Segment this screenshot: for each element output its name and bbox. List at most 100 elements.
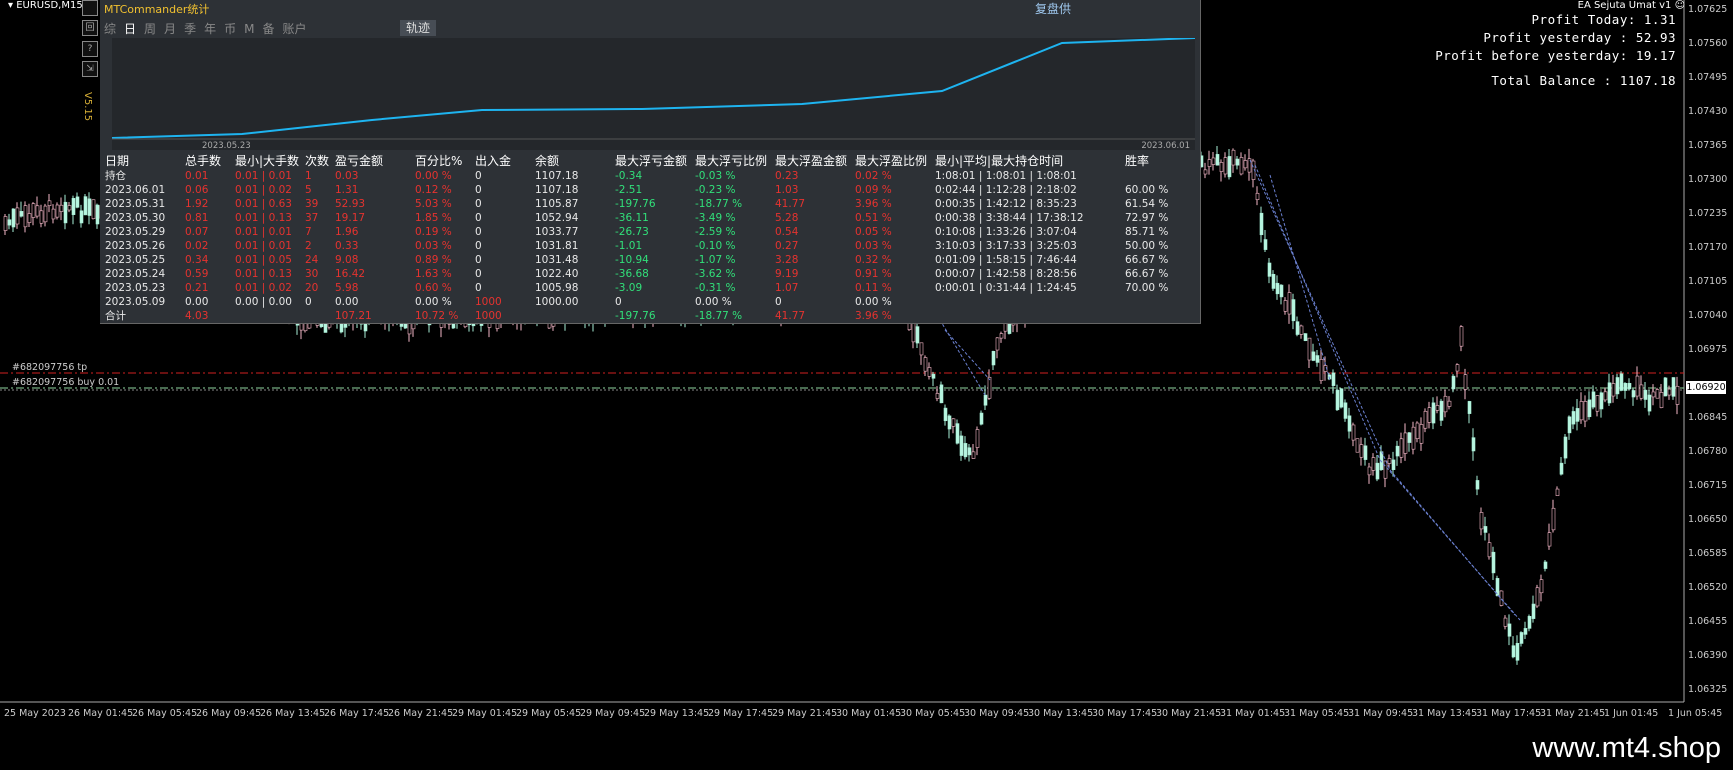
total-cell: 3.96 % xyxy=(855,310,892,322)
table-cell: 1000.00 xyxy=(535,296,579,308)
candle-body xyxy=(1567,416,1572,434)
table-cell: 0 xyxy=(475,240,482,252)
price-tick-label: 1.06780 xyxy=(1688,446,1728,457)
price-tick-label: 1.07365 xyxy=(1688,140,1728,151)
candle-body xyxy=(1531,603,1536,619)
tab-3[interactable]: 月 xyxy=(164,22,176,36)
candle-body xyxy=(923,357,928,372)
candle-body xyxy=(67,205,72,211)
symbol-text: EURUSD,M15 xyxy=(16,0,83,11)
table-cell: -3.62 % xyxy=(695,268,736,280)
symbol-label: ▾ EURUSD,M15 xyxy=(8,0,83,11)
tab-0[interactable]: 综 xyxy=(104,22,116,36)
candle-body xyxy=(27,213,32,223)
tab-2[interactable]: 周 xyxy=(144,22,156,36)
table-cell: 0.01 | 0.63 xyxy=(235,198,292,210)
candle-body xyxy=(1219,162,1224,172)
tab-5[interactable]: 年 xyxy=(204,22,216,36)
screenshot-button[interactable]: 回 xyxy=(82,20,98,36)
time-tick-label: 31 May 21:45 xyxy=(1540,708,1606,719)
panel-menu-button[interactable] xyxy=(82,0,98,16)
price-tick-label: 1.07105 xyxy=(1688,276,1728,287)
tab-7[interactable]: M xyxy=(244,22,254,36)
candle-body xyxy=(1407,432,1412,443)
candle-body xyxy=(55,204,60,218)
candle-body xyxy=(1235,158,1240,166)
time-tick-label: 29 May 09:45 xyxy=(580,708,646,719)
candle-body xyxy=(1615,377,1620,395)
review-button[interactable]: 复盘供 xyxy=(1035,0,1071,17)
table-cell: -0.23 % xyxy=(695,184,736,196)
candle-body xyxy=(1527,616,1532,629)
expand-button[interactable]: ⇲ xyxy=(82,61,98,77)
table-cell: 1.31 xyxy=(335,184,359,196)
price-tick-label: 1.06845 xyxy=(1688,412,1728,423)
smiley-icon: ☺ xyxy=(1674,0,1685,11)
candle-body xyxy=(1387,458,1392,464)
candle-body xyxy=(1259,212,1264,236)
candle-body xyxy=(1227,156,1232,178)
tab-1[interactable]: 日 xyxy=(124,22,136,36)
order-buy-label: #682097756 buy 0.01 xyxy=(12,377,120,388)
candle-body xyxy=(1343,402,1348,419)
table-cell xyxy=(1125,169,1185,183)
table-cell: 0.81 xyxy=(185,212,209,224)
table-cell: 1031.48 xyxy=(535,254,579,266)
candle-body xyxy=(1491,551,1496,574)
help-button[interactable]: ? xyxy=(82,41,98,57)
column-header: 最大浮亏比例 xyxy=(695,154,768,168)
candle-body xyxy=(1211,157,1216,165)
column-header: 次数 xyxy=(305,154,330,168)
candle-body xyxy=(911,320,916,343)
total-cell: 1000 xyxy=(475,310,502,322)
table-cell: 1.63 % xyxy=(415,268,452,280)
table-cell: 1052.94 xyxy=(535,212,579,224)
tab-9[interactable]: 账户 xyxy=(282,22,306,36)
candle-body xyxy=(1339,388,1344,408)
tab-6[interactable]: 币 xyxy=(224,22,236,36)
candle-body xyxy=(927,367,932,377)
candle-body xyxy=(995,337,1000,351)
candle-body xyxy=(39,210,44,224)
candle-body xyxy=(1635,375,1640,397)
candle-body xyxy=(1619,373,1624,391)
table-cell: 1 xyxy=(305,170,312,182)
price-tick-label: 1.06585 xyxy=(1688,548,1728,559)
equity-end-date: 2023.06.01 xyxy=(1141,141,1190,151)
price-tick-label: 1.06715 xyxy=(1688,480,1728,491)
candle-body xyxy=(1471,437,1476,452)
candle-body xyxy=(1263,239,1268,250)
time-tick-label: 29 May 01:45 xyxy=(452,708,518,719)
table-cell: 61.54 % xyxy=(1125,198,1169,210)
table-row: 2023.05.23 0.21 0.01 | 0.02 20 5.98 0.60 % 0 10… xyxy=(105,281,1185,295)
candle-body xyxy=(1519,632,1524,644)
time-tick-label: 26 May 05:45 xyxy=(132,708,198,719)
candle-body xyxy=(1215,154,1220,166)
table-cell: 0 xyxy=(475,170,482,182)
table-cell: 0.00 | 0.00 xyxy=(235,296,292,308)
table-cell: 3:10:03 | 3:17:33 | 3:25:03 xyxy=(935,240,1077,252)
tab-track[interactable]: 轨迹 xyxy=(400,20,437,36)
price-tick-label: 1.06975 xyxy=(1688,344,1728,355)
table-cell: 5.98 xyxy=(335,282,359,294)
tab-8[interactable]: 备 xyxy=(262,22,274,36)
candle-body xyxy=(971,451,976,459)
column-header: 最大浮盈比例 xyxy=(855,154,928,168)
total-cell: 合计 xyxy=(105,310,126,322)
candle-body xyxy=(1575,408,1580,422)
table-cell: 3.96 % xyxy=(855,198,892,210)
candle-body xyxy=(1563,436,1568,459)
candle-body xyxy=(1279,284,1284,298)
total-balance: Total Balance : 1107.18 xyxy=(1491,73,1676,88)
table-cell: 1107.18 xyxy=(535,170,579,182)
table-cell: 0.03 % xyxy=(415,240,452,252)
table-cell: 5.28 xyxy=(775,212,799,224)
tab-4[interactable]: 季 xyxy=(184,22,196,36)
candle-body xyxy=(7,219,12,226)
time-tick-label: 31 May 05:45 xyxy=(1284,708,1350,719)
total-cell xyxy=(305,309,335,323)
candle-body xyxy=(1403,432,1408,454)
table-cell: 0 xyxy=(305,296,312,308)
candle-body xyxy=(1483,526,1488,533)
candle-body xyxy=(1207,159,1212,167)
